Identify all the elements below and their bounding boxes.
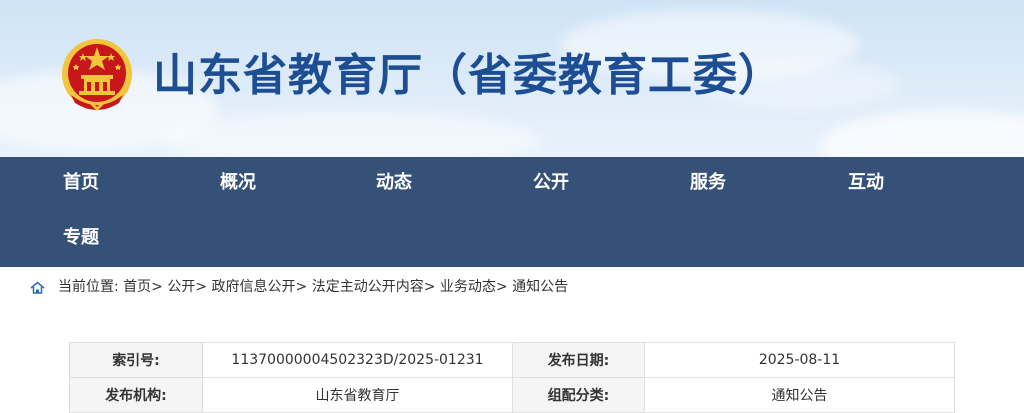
breadcrumb-link-disclosure[interactable]: 公开: [167, 279, 195, 295]
publish-date-label: 发布日期:: [512, 342, 645, 378]
home-icon: [30, 281, 45, 294]
main-nav: 首页 概况 动态 公开 服务 互动 专题: [0, 157, 1024, 267]
breadcrumb-link-home[interactable]: 首页: [123, 279, 151, 295]
publisher-label: 发布机构:: [69, 377, 203, 413]
breadcrumb-prefix: 当前位置:: [58, 279, 119, 295]
nav-item-interaction[interactable]: 互动: [848, 171, 884, 195]
publisher-value: 山东省教育厅: [202, 377, 513, 413]
site-title: 山东省教育厅（省委教育工委）: [153, 50, 783, 101]
breadcrumb-link-business-news[interactable]: 业务动态: [440, 279, 496, 295]
index-number-value: 11370000004502323D/2025-01231: [202, 342, 513, 378]
breadcrumb-link-notices[interactable]: 通知公告: [512, 279, 568, 295]
breadcrumb: 当前位置: 首页> 公开> 政府信息公开> 法定主动公开内容> 业务动态> 通知…: [0, 276, 1024, 298]
breadcrumb-link-statutory[interactable]: 法定主动公开内容: [312, 279, 424, 295]
table-row: 发布机构: 山东省教育厅 组配分类: 通知公告: [69, 377, 955, 413]
nav-item-overview[interactable]: 概况: [220, 171, 256, 195]
breadcrumb-separator: >: [195, 279, 208, 295]
publish-date-value: 2025-08-11: [644, 342, 955, 378]
category-label: 组配分类:: [512, 377, 645, 413]
table-row: 索引号: 11370000004502323D/2025-01231 发布日期:…: [69, 342, 955, 378]
breadcrumb-link-gov-info[interactable]: 政府信息公开: [212, 279, 296, 295]
document-meta-table: 索引号: 11370000004502323D/2025-01231 发布日期:…: [69, 342, 955, 413]
nav-item-topics[interactable]: 专题: [63, 226, 99, 250]
nav-item-news[interactable]: 动态: [376, 171, 412, 195]
breadcrumb-trail: 当前位置: 首页> 公开> 政府信息公开> 法定主动公开内容> 业务动态> 通知…: [58, 276, 568, 298]
breadcrumb-separator: >: [295, 279, 308, 295]
breadcrumb-separator: >: [495, 279, 508, 295]
breadcrumb-separator: >: [423, 279, 436, 295]
index-number-label: 索引号:: [69, 342, 203, 378]
breadcrumb-separator: >: [151, 279, 163, 295]
nav-item-disclosure[interactable]: 公开: [533, 171, 569, 195]
nav-item-home[interactable]: 首页: [63, 171, 99, 195]
site-header: 山东省教育厅（省委教育工委）: [0, 0, 1024, 157]
category-value: 通知公告: [644, 377, 955, 413]
national-emblem-icon[interactable]: [59, 37, 135, 115]
cloud-decoration: [820, 110, 1024, 157]
nav-item-services[interactable]: 服务: [690, 171, 726, 195]
